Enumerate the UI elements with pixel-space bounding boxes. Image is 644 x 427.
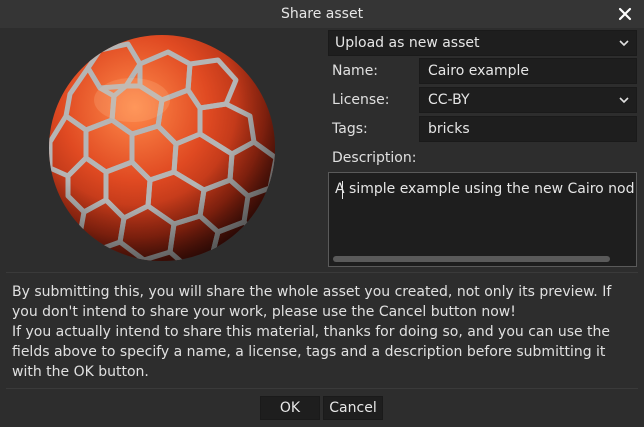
close-icon <box>618 7 632 21</box>
description-textarea[interactable]: A simple example using the new Cairo nod <box>328 172 637 267</box>
license-value: CC-BY <box>428 92 470 108</box>
license-label: License: <box>332 92 390 108</box>
divider <box>6 388 638 389</box>
tags-value: bricks <box>428 121 470 137</box>
info-paragraph: If you actually intend to share this mat… <box>12 324 611 380</box>
chevron-down-icon <box>619 97 629 104</box>
description-label: Description: <box>332 150 417 166</box>
name-field[interactable]: Cairo example <box>419 58 637 84</box>
upload-mode-dropdown[interactable]: Upload as new asset <box>328 30 637 56</box>
info-paragraph: By submitting this, you will share the w… <box>12 284 612 320</box>
upload-mode-value: Upload as new asset <box>335 35 480 51</box>
name-label: Name: <box>332 63 379 79</box>
cancel-button[interactable]: Cancel <box>323 396 383 420</box>
info-text: By submitting this, you will share the w… <box>12 282 634 382</box>
tags-label: Tags: <box>332 121 368 137</box>
name-value: Cairo example <box>428 63 529 79</box>
license-dropdown[interactable]: CC-BY <box>419 87 637 113</box>
share-asset-dialog: Share asset Upload as new asset Name: Ca… <box>0 0 644 427</box>
horizontal-scrollbar[interactable] <box>333 256 610 262</box>
divider <box>6 272 638 273</box>
title-bar[interactable]: Share asset <box>0 0 644 28</box>
description-value: A simple example using the new Cairo nod <box>335 181 635 197</box>
material-preview-image <box>49 35 275 261</box>
text-caret <box>342 181 343 199</box>
tags-field[interactable]: bricks <box>419 116 637 142</box>
chevron-down-icon <box>619 40 629 47</box>
ok-button[interactable]: OK <box>260 396 320 420</box>
dialog-title: Share asset <box>280 6 364 22</box>
close-button[interactable] <box>614 3 636 25</box>
